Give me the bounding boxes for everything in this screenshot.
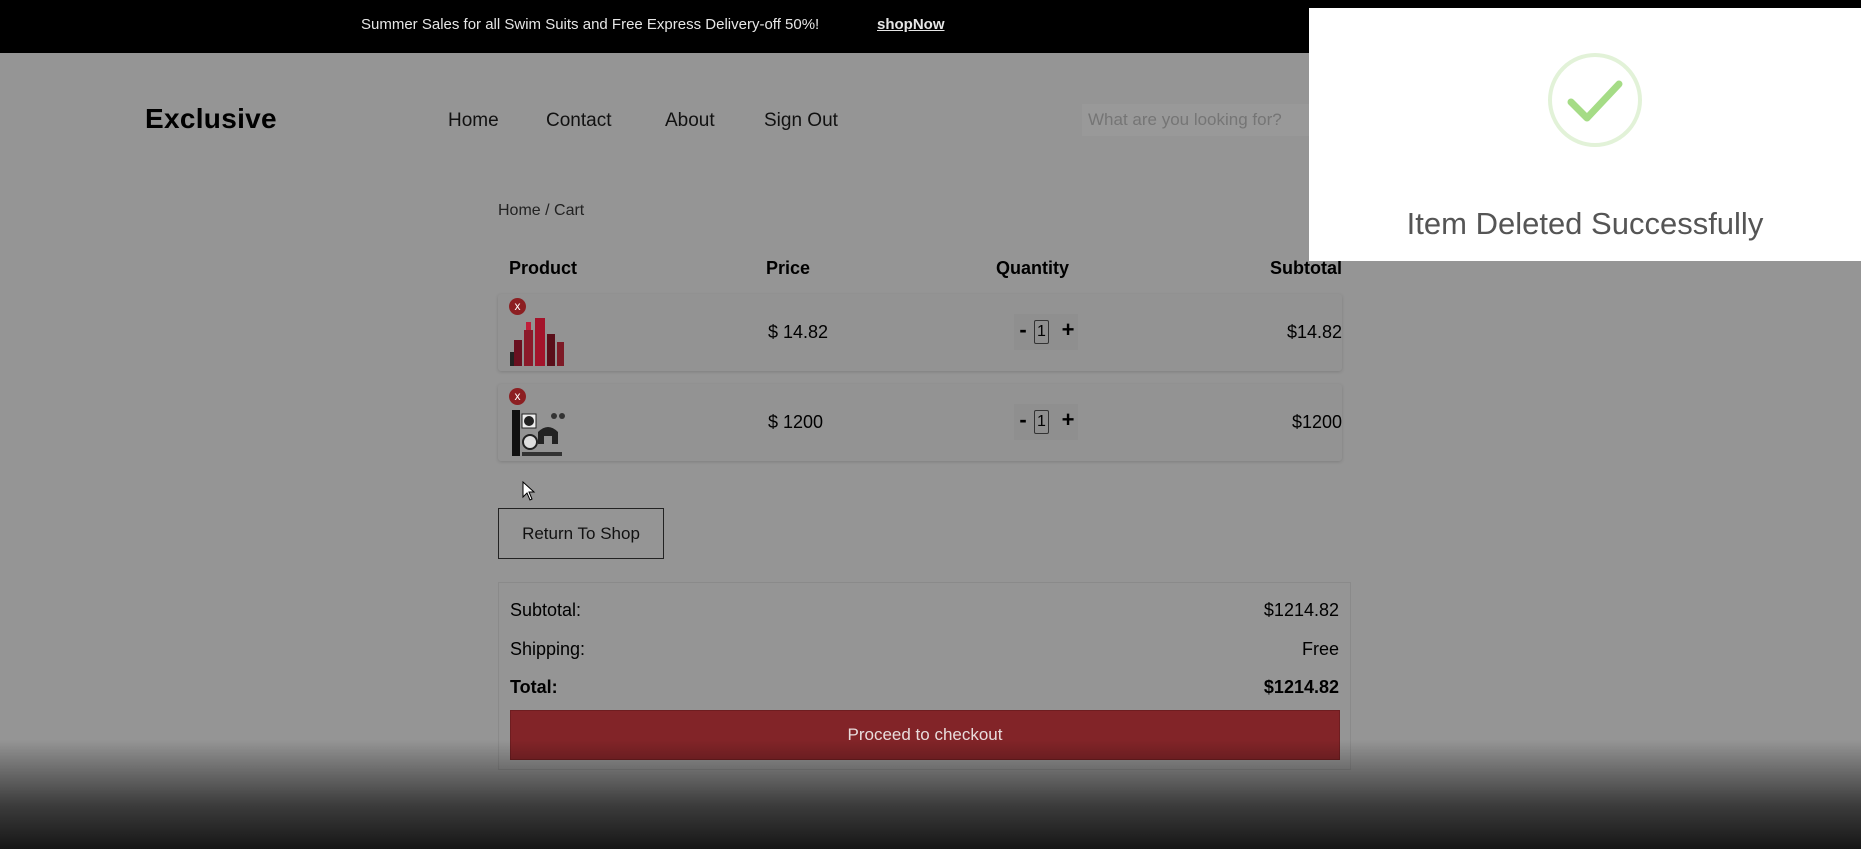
success-toast: Item Deleted Successfully — [1309, 8, 1861, 261]
site-logo[interactable]: Exclusive — [145, 103, 277, 135]
quantity-value[interactable]: 1 — [1034, 320, 1049, 344]
bottom-shadow — [0, 740, 1861, 849]
header-subtotal: Subtotal — [1270, 258, 1342, 278]
header-price: Price — [766, 258, 811, 278]
cart-row: x $ 14.82 - 1 + $14.82 — [498, 294, 1342, 371]
shipping-value: Free — [1301, 639, 1339, 659]
item-subtotal: $14.82 — [1286, 322, 1342, 342]
subtotal-label: Subtotal: — [510, 600, 582, 620]
quantity-stepper: - 1 + — [1014, 404, 1078, 440]
increase-quantity-button[interactable]: + — [1058, 317, 1078, 343]
remove-item-button[interactable]: x — [509, 298, 526, 315]
total-value: $1214.82 — [1263, 677, 1339, 697]
check-circle-icon — [1548, 53, 1642, 147]
cart-row: x $ 1200 - 1 + $1200 — [498, 384, 1342, 461]
header-quantity: Quantity — [996, 258, 1070, 278]
quantity-value[interactable]: 1 — [1034, 410, 1049, 434]
gaming-console-image — [512, 410, 565, 456]
promo-text: Summer Sales for all Swim Suits and Free… — [361, 16, 820, 33]
nav-contact[interactable]: Contact — [546, 110, 611, 132]
header-product: Product — [509, 258, 578, 278]
remove-item-button[interactable]: x — [509, 388, 526, 405]
lipstick-set-image — [510, 318, 564, 366]
increase-quantity-button[interactable]: + — [1058, 407, 1078, 433]
cart-table-header: Product Price Quantity Subtotal — [498, 252, 1342, 283]
return-to-shop-button[interactable]: Return To Shop — [498, 508, 664, 559]
subtotal-value: $1214.82 — [1263, 600, 1339, 620]
breadcrumb: Home / Cart — [498, 202, 585, 219]
decrease-quantity-button[interactable]: - — [1014, 317, 1032, 343]
item-price: $ 14.82 — [768, 322, 829, 342]
mouse-cursor-icon — [522, 481, 536, 501]
item-price: $ 1200 — [768, 412, 824, 432]
nav-about[interactable]: About — [665, 110, 715, 132]
shipping-label: Shipping: — [510, 639, 586, 659]
decrease-quantity-button[interactable]: - — [1014, 407, 1032, 433]
shop-now-link[interactable]: shopNow — [877, 16, 945, 33]
nav-sign-out[interactable]: Sign Out — [764, 110, 838, 132]
nav-home[interactable]: Home — [448, 110, 499, 132]
total-label: Total: — [510, 677, 558, 697]
item-subtotal: $1200 — [1291, 412, 1342, 432]
search-input[interactable] — [1082, 104, 1322, 136]
quantity-stepper: - 1 + — [1014, 314, 1078, 350]
toast-message: Item Deleted Successfully — [1406, 206, 1764, 241]
